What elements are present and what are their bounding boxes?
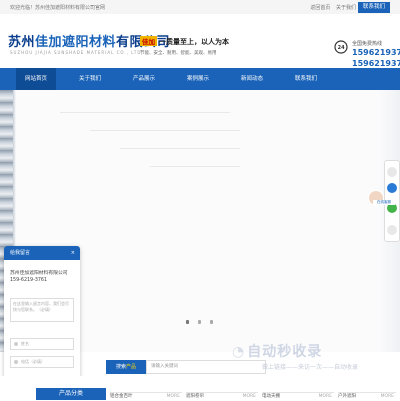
slider-dot-1[interactable] [186,320,189,324]
close-icon[interactable]: × [71,246,75,260]
category-item-label: 户外遮阳 [338,394,356,399]
blind-slat [150,166,240,167]
qq-tool-icon[interactable] [387,183,397,193]
name-field[interactable]: 姓名 [10,338,74,350]
subslogan: 节能、安全、耐用、智能、美观、易用 [140,51,217,56]
phone-icon [14,360,18,364]
slogan-badge: 佳加 [140,36,157,46]
nav-news[interactable]: 新闻动态 [232,68,272,90]
watermark-tagline: 做上链接——来访一次——自动收录 [262,364,359,371]
hotline-label: 全国免费热线 [352,41,383,47]
product-category-heading: 产品分类 [36,388,106,400]
nav-about[interactable]: 关于我们 [70,68,110,90]
top-links: 返回首页 关于我们 [306,4,356,11]
svg-text:24: 24 [338,45,345,51]
phone-placeholder: 电话（必填） [21,359,45,364]
phone-tool-icon[interactable] [387,167,397,177]
back-to-top-icon[interactable] [387,225,397,235]
contact-us-button[interactable]: 联系我们 [358,2,390,13]
hotline-number-2: 15962193761 [352,59,400,68]
logo-english: SUZHOU JIAJIA SUNSHADE MATERIAL CO., LTD [10,50,142,55]
message-textarea[interactable]: 在这里输入留言内容，我们会尽快与您联系。（必填） [10,298,74,322]
message-widget-header: 给我留言 × [4,246,80,260]
about-link[interactable]: 关于我们 [336,5,356,11]
watermark-logo-icon: ◔ [232,344,246,360]
slogan: 佳加 一质量至上，以人为本 [140,36,229,47]
category-item-label: 遮阳卷帘 [186,394,204,399]
message-widget-company: 苏州佳加遮阳材料有限公司159-6219-3761 [10,271,68,283]
message-widget-title: 给我留言 [10,250,31,256]
nav-contact[interactable]: 联系我们 [286,68,326,90]
nav-products[interactable]: 产品展示 [124,68,164,90]
welcome-text: 欢迎光临！苏州佳加遮阳材料有限公司官网 [10,5,106,11]
category-item-label: 电动天棚 [262,394,280,399]
nav-cases[interactable]: 案例展示 [178,68,218,90]
name-placeholder: 姓名 [21,341,29,346]
message-widget: 给我留言 × 苏州佳加遮阳材料有限公司159-6219-3761 在这里输入留言… [4,246,80,394]
product-search-tag: 搜索产品 [106,360,146,374]
slider-dot-3[interactable] [210,320,213,324]
category-item-label: 铝合金百叶 [110,394,133,399]
tag-prefix: 搜索 [115,364,126,370]
hotline-24h-icon: 24 [334,40,348,54]
user-icon [14,342,18,346]
blind-slat [120,148,240,149]
tag-highlight: 产品 [126,364,137,370]
hotline-number-1: 15962193761 [352,48,400,57]
home-link[interactable]: 返回首页 [310,5,330,11]
blind-slat [60,112,230,113]
slider-dot-2[interactable] [198,320,201,324]
phone-field[interactable]: 电话（必填） [10,356,74,368]
main-nav: 网站首页 关于我们 产品展示 案例展示 新闻动态 联系我们 [0,68,400,90]
top-bar: 欢迎光临！苏州佳加遮阳材料有限公司官网 返回首页 关于我们 联系我们 [0,0,400,15]
blind-slat [90,130,240,131]
nav-home[interactable]: 网站首页 [16,68,56,90]
header: 苏州佳加遮阳材料有限公司 SUZHOU JIAJIA SUNSHADE MATE… [0,14,400,68]
logo-prefix: 苏州 [8,35,36,50]
product-search-input[interactable]: 请输入关键词 [146,360,266,374]
watermark-brand: 自动秒收录 [247,344,323,360]
watermark: ◔ 自动秒收录 [232,341,322,361]
logo-highlight: 佳加遮阳材料 [35,35,117,50]
slogan-text: 一质量至上，以人为本 [159,38,229,46]
customer-service-label[interactable]: 在线客服 [373,200,395,205]
